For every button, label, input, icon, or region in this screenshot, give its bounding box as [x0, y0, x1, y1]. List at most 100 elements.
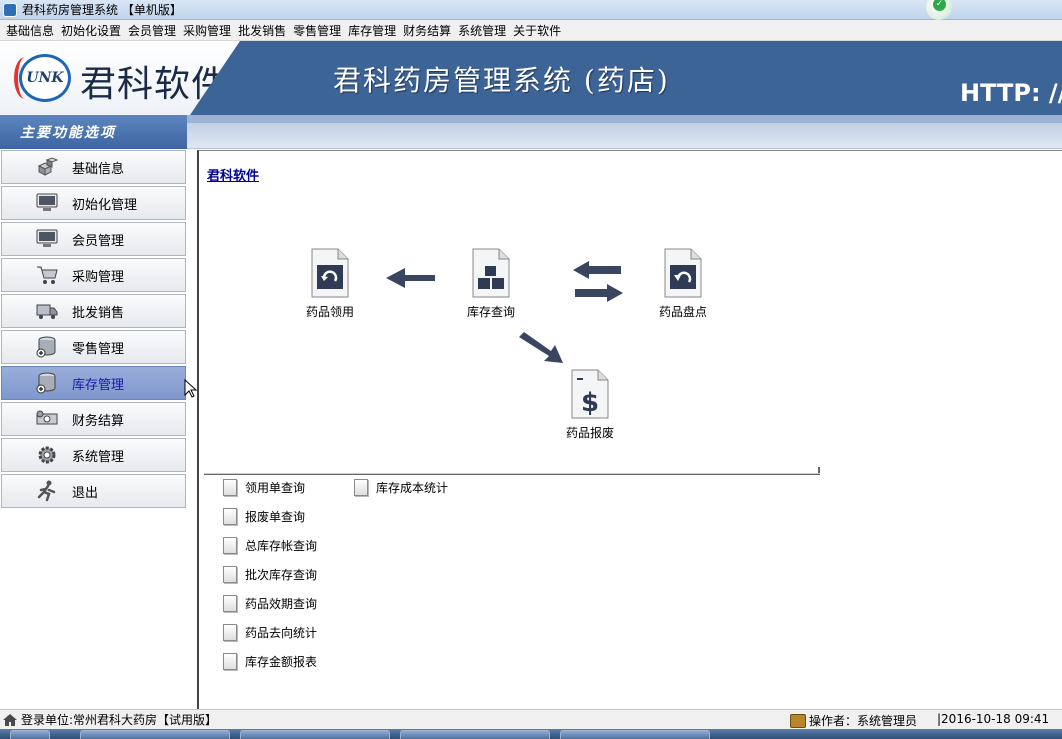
page-icon: [223, 595, 237, 612]
menu-inventory[interactable]: 库存管理: [346, 22, 401, 39]
sidebar-item-label: 采购管理: [72, 269, 125, 285]
sidebar-item-init-management[interactable]: 初始化管理: [1, 186, 186, 220]
operator-icon: [790, 713, 806, 728]
section-divider: [204, 467, 820, 475]
taskbar-button[interactable]: [400, 730, 550, 739]
truck-icon: [34, 299, 60, 323]
page-icon: [223, 624, 237, 641]
os-taskbar: [0, 729, 1062, 739]
menu-init-settings[interactable]: 初始化设置: [59, 22, 126, 39]
document-undo-icon: [663, 248, 703, 298]
cubes-icon: [34, 155, 60, 179]
money-icon: [34, 407, 60, 431]
flow-node-drug-requisition[interactable]: 药品领用: [290, 248, 370, 320]
link-expiry-query[interactable]: 药品效期查询: [223, 595, 317, 612]
menu-finance[interactable]: 财务结算: [401, 22, 456, 39]
svg-text:$: $: [581, 388, 599, 418]
database-add-icon: [34, 371, 60, 395]
sidebar-item-finance[interactable]: 财务结算: [1, 402, 186, 436]
logo-panel: UNK 君科软件: [0, 41, 240, 115]
sidebar-item-wholesale[interactable]: 批发销售: [1, 294, 186, 328]
sidebar-item-label: 零售管理: [72, 341, 125, 357]
app-icon: [3, 2, 17, 17]
sidebar-item-label: 退出: [72, 485, 99, 501]
sidebar-item-label: 会员管理: [72, 233, 125, 249]
company-logo: UNK: [19, 54, 71, 102]
app-banner-title: 君科药房管理系统 (药店): [333, 64, 670, 97]
menu-wholesale[interactable]: 批发销售: [236, 22, 291, 39]
flow-node-inventory-query[interactable]: 库存查询: [451, 248, 531, 320]
breadcrumb-link[interactable]: 君科软件: [207, 165, 259, 184]
exit-runner-icon: [34, 479, 60, 503]
company-name: 君科软件: [80, 64, 229, 105]
status-datetime: |2016-10-18 09:41: [937, 712, 1050, 726]
flow-node-drug-stocktake[interactable]: 药品盘点: [643, 248, 723, 320]
page-icon: [354, 479, 368, 496]
menu-basic-info[interactable]: 基础信息: [4, 22, 59, 39]
link-requisition-query[interactable]: 领用单查询: [223, 479, 305, 496]
menu-system[interactable]: 系统管理: [456, 22, 511, 39]
link-label: 库存成本统计: [376, 481, 449, 495]
link-drug-destination-stats[interactable]: 药品去向统计: [223, 624, 317, 641]
document-dollar-icon: $: [570, 369, 610, 419]
sidebar-item-basic-info[interactable]: 基础信息: [1, 150, 186, 184]
window-title-bar[interactable]: 君科药房管理系统 【单机版】 ✓: [0, 0, 1062, 20]
link-label: 总库存帐查询: [245, 539, 318, 553]
menu-bar: 基础信息 初始化设置 会员管理 采购管理 批发销售 零售管理 库存管理 财务结算…: [0, 20, 1062, 41]
database-add-icon: [34, 335, 60, 359]
sidebar-header: 主要功能选项: [0, 115, 187, 149]
status-bar: 登录单位:常州君科大药房【试用版】 操作者：系统管理员 |2016-10-18 …: [0, 709, 1062, 729]
window-title: 君科药房管理系统 【单机版】: [22, 3, 182, 17]
link-label: 领用单查询: [245, 481, 306, 495]
page-icon: [223, 653, 237, 670]
menu-about[interactable]: 关于软件: [511, 22, 566, 39]
main-content: 君科软件 药品领用 库存查询 药品盘点 $ 药品报废 领用单查询 库存成本统计 …: [197, 150, 1062, 709]
mouse-cursor-icon: [184, 379, 198, 398]
taskbar-button[interactable]: [240, 730, 390, 739]
sidebar: 基础信息 初始化管理 会员管理 采购管理 批发销售 零售管理 库存管理 财务结算…: [0, 149, 187, 709]
header-banner: UNK 君科软件 君科药房管理系统 (药店) HTTP: //: [0, 41, 1062, 115]
flow-label: 药品盘点: [658, 305, 707, 319]
page-icon: [223, 479, 237, 496]
link-label: 药品效期查询: [245, 597, 318, 611]
taskbar-start-button[interactable]: [10, 730, 50, 739]
link-batch-stock-query[interactable]: 批次库存查询: [223, 566, 317, 583]
home-icon: [3, 713, 17, 726]
link-inventory-cost-stats[interactable]: 库存成本统计: [354, 479, 448, 496]
page-icon: [223, 537, 237, 554]
menu-retail[interactable]: 零售管理: [291, 22, 346, 39]
banner-url: HTTP: //: [960, 79, 1062, 107]
cart-icon: [34, 263, 60, 287]
menu-purchase[interactable]: 采购管理: [181, 22, 236, 39]
document-boxes-icon: [471, 248, 511, 298]
page-icon: [223, 508, 237, 525]
taskbar-button[interactable]: [560, 730, 710, 739]
sidebar-item-purchase[interactable]: 采购管理: [1, 258, 186, 292]
sidebar-item-inventory[interactable]: 库存管理: [1, 366, 186, 400]
sidebar-item-label: 财务结算: [72, 413, 125, 429]
link-scrap-query[interactable]: 报废单查询: [223, 508, 305, 525]
link-label: 批次库存查询: [245, 568, 318, 582]
link-stock-value-report[interactable]: 库存金额报表: [223, 653, 317, 670]
sidebar-header-label: 主要功能选项: [20, 125, 116, 141]
flow-label: 药品领用: [305, 305, 354, 319]
menu-member[interactable]: 会员管理: [126, 22, 181, 39]
sidebar-item-label: 库存管理: [72, 377, 125, 393]
link-label: 报废单查询: [245, 510, 306, 524]
flow-node-drug-scrap[interactable]: $ 药品报废: [550, 369, 630, 441]
monitor-icon: [34, 191, 60, 215]
link-label: 药品去向统计: [245, 626, 318, 640]
sidebar-item-label: 系统管理: [72, 449, 125, 465]
sidebar-item-label: 基础信息: [72, 161, 125, 177]
sidebar-item-retail[interactable]: 零售管理: [1, 330, 186, 364]
login-unit: 登录单位:常州君科大药房【试用版】: [21, 713, 218, 727]
link-total-stock-ledger[interactable]: 总库存帐查询: [223, 537, 317, 554]
gear-icon: [34, 443, 60, 467]
page-icon: [223, 566, 237, 583]
sidebar-item-member[interactable]: 会员管理: [1, 222, 186, 256]
sidebar-item-exit[interactable]: 退出: [1, 474, 186, 508]
swap-arrows-icon: [573, 261, 623, 302]
taskbar-button[interactable]: [80, 730, 230, 739]
operator-info: 操作者：系统管理员: [790, 712, 917, 729]
sidebar-item-system[interactable]: 系统管理: [1, 438, 186, 472]
